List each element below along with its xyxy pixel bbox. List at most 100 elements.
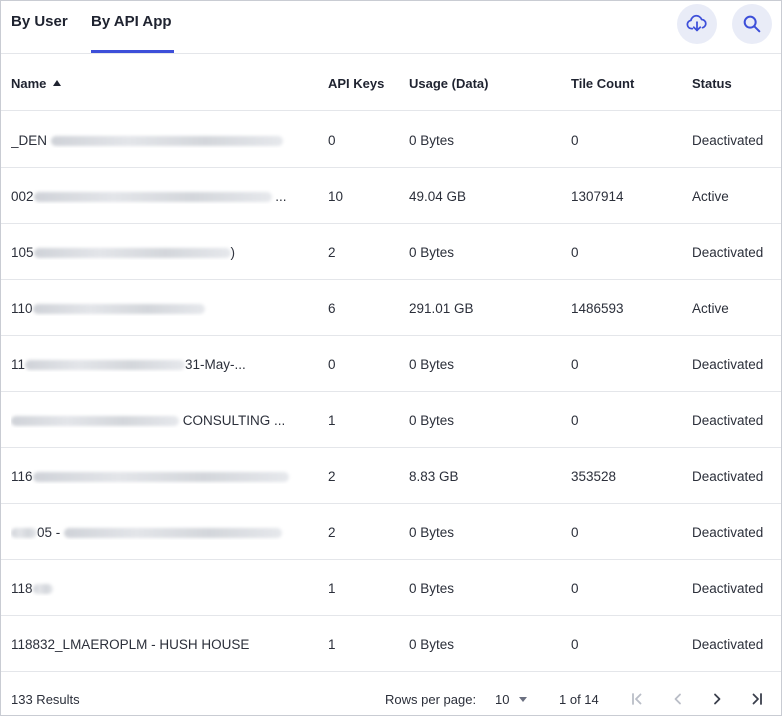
search-icon [743,15,761,33]
table-row[interactable]: CONSULTING ... 1 0 Bytes 0 Deactivated [1,392,781,448]
tab-by-api-app[interactable]: By API App [91,13,172,30]
redacted-text [11,416,179,427]
column-header-usage[interactable]: Usage (Data) [409,76,488,91]
status-text: Active [692,189,729,204]
status-text: Deactivated [692,637,764,652]
app-name: 118832_LMAEROPLM - HUSH HOUSE [11,637,250,652]
rows-per-page-select[interactable]: 10 [495,692,509,707]
page-info: 1 of 14 [559,692,599,707]
app-name: 11 31-May-... [11,357,246,372]
api-keys-count: 1 [328,637,336,652]
api-keys-count: 2 [328,245,336,260]
redacted-text [25,360,186,371]
tile-count: 0 [571,245,579,260]
usage-value: 291.01 GB [409,301,474,316]
column-header-api-keys[interactable]: API Keys [328,76,384,91]
rows-per-page-label: Rows per page: [385,692,477,707]
app-name: 002 ... [11,189,287,204]
api-keys-count: 2 [328,525,336,540]
redacted-text [32,584,53,595]
redacted-text [11,528,37,539]
usage-value: 0 Bytes [409,357,455,372]
status-text: Deactivated [692,245,764,260]
usage-value: 0 Bytes [409,581,455,596]
table-row[interactable]: 118832_LMAEROPLM - HUSH HOUSE 1 0 Bytes … [1,616,781,672]
status-text: Active [692,301,729,316]
tile-count: 1307914 [571,189,624,204]
usage-value: 0 Bytes [409,413,455,428]
usage-value: 8.83 GB [409,469,459,484]
status-text: Deactivated [692,357,764,372]
status-text: Deactivated [692,469,764,484]
table-row[interactable]: 05 - 2 0 Bytes 0 Deactivated [1,504,781,560]
api-usage-panel: By User By API App Name API Keys Usage (… [0,0,782,716]
last-page-icon [752,693,762,705]
first-page-button[interactable] [624,686,650,712]
tab-bar: By User By API App [1,1,781,54]
api-keys-count: 1 [328,413,336,428]
app-name: _DEN [11,133,293,148]
app-name: 118 [11,581,293,596]
chevron-right-icon [714,693,721,705]
status-text: Deactivated [692,525,764,540]
status-text: Deactivated [692,413,764,428]
last-page-button[interactable] [744,686,770,712]
app-name: CONSULTING ... [11,413,293,428]
status-text: Deactivated [692,581,764,596]
tile-count: 1486593 [571,301,624,316]
search-button[interactable] [732,4,772,44]
column-header-status[interactable]: Status [692,76,732,91]
sort-ascending-icon [53,80,62,86]
table-row[interactable]: 116 2 8.83 GB 353528 Deactivated [1,448,781,504]
status-text: Deactivated [692,133,764,148]
column-header-tile-count[interactable]: Tile Count [571,76,634,91]
cloud-download-icon [686,14,707,32]
api-keys-count: 1 [328,581,336,596]
table-row[interactable]: 11 31-May-... 0 0 Bytes 0 Deactivated [1,336,781,392]
table-header: Name API Keys Usage (Data) Tile Count St… [1,55,781,111]
api-keys-count: 0 [328,357,336,372]
tab-by-user[interactable]: By User [11,13,68,30]
redacted-text [33,192,272,203]
usage-value: 49.04 GB [409,189,467,204]
app-name: 05 - [11,525,293,540]
api-keys-count: 10 [328,189,344,204]
usage-value: 0 Bytes [409,133,455,148]
column-header-name[interactable]: Name [11,76,62,91]
app-name: 105) [11,245,236,260]
usage-value: 0 Bytes [409,245,455,260]
tile-count: 0 [571,413,579,428]
app-name: 116 [11,469,293,484]
chevron-down-icon[interactable] [519,697,527,702]
redacted-text [33,248,231,259]
api-keys-count: 6 [328,301,336,316]
tile-count: 0 [571,357,579,372]
tile-count: 0 [571,581,579,596]
download-button[interactable] [677,4,717,44]
tile-count: 353528 [571,469,617,484]
first-page-icon [632,693,642,705]
table-row[interactable]: 002 ... 10 49.04 GB 1307914 Active [1,168,781,224]
api-keys-count: 2 [328,469,336,484]
redacted-text [32,472,289,483]
table-row[interactable]: _DEN 0 0 Bytes 0 Deactivated [1,112,781,168]
app-name: 110 [11,301,293,316]
chevron-left-icon [674,693,681,705]
redacted-text [50,136,283,147]
api-keys-count: 0 [328,133,336,148]
results-count: 133 Results [11,692,80,707]
usage-value: 0 Bytes [409,637,455,652]
tile-count: 0 [571,133,579,148]
redacted-text [32,304,205,315]
table-row[interactable]: 110 6 291.01 GB 1486593 Active [1,280,781,336]
tile-count: 0 [571,525,579,540]
table-pagination: 133 Results Rows per page: 10 1 of 14 [1,672,781,716]
table-row[interactable]: 118 1 0 Bytes 0 Deactivated [1,560,781,616]
redacted-text [64,528,283,539]
tile-count: 0 [571,637,579,652]
next-page-button[interactable] [704,686,730,712]
previous-page-button[interactable] [665,686,691,712]
usage-value: 0 Bytes [409,525,455,540]
active-tab-indicator [91,50,174,53]
table-row[interactable]: 105) 2 0 Bytes 0 Deactivated [1,224,781,280]
